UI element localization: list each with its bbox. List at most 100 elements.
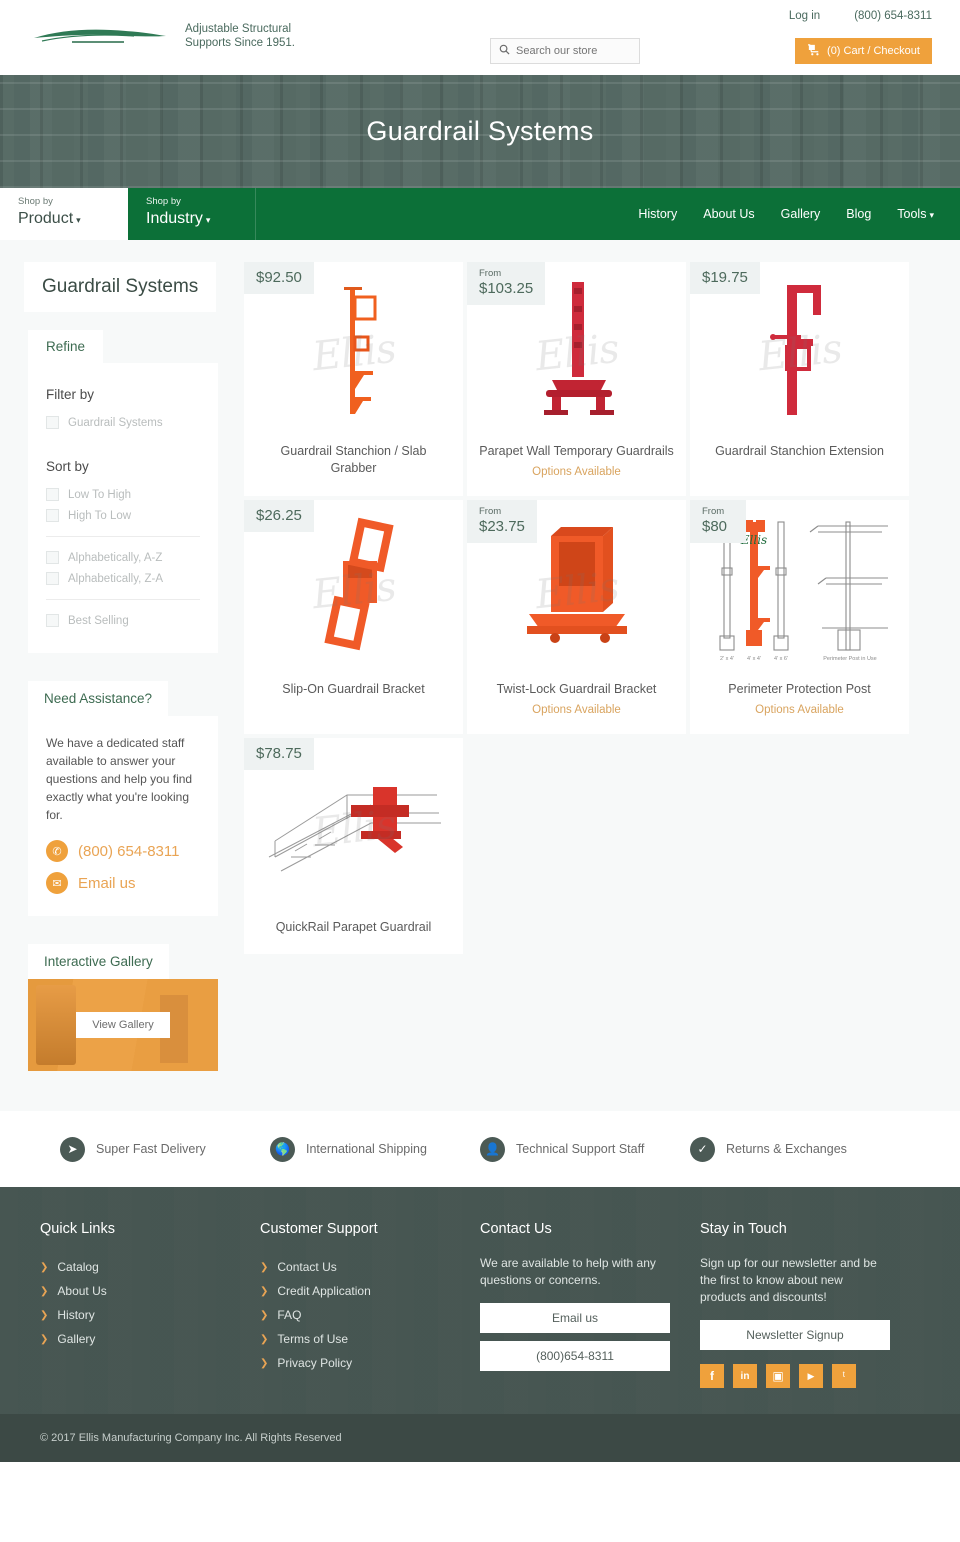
- footer-link-privacy-policy[interactable]: ❯ Privacy Policy: [260, 1351, 480, 1375]
- chevron-right-icon: ❯: [260, 1333, 269, 1345]
- search-box[interactable]: [490, 38, 640, 64]
- checkbox-icon[interactable]: [46, 416, 59, 429]
- footer-link-history[interactable]: ❯ History: [40, 1303, 260, 1327]
- product-card[interactable]: From $103.25 Ellis: [467, 262, 686, 496]
- checkbox-icon[interactable]: [46, 551, 59, 564]
- sort-option-alpha-az[interactable]: Alphabetically, A-Z: [46, 547, 200, 568]
- sort-option-label: High To Low: [68, 509, 132, 522]
- feature-international-shipping: 🌎 International Shipping: [270, 1136, 480, 1162]
- footer-link-about-us[interactable]: ❯ About Us: [40, 1279, 260, 1303]
- price-badge: From $103.25: [467, 262, 546, 305]
- product-price: $80: [702, 518, 728, 535]
- nav-item-gallery[interactable]: Gallery: [781, 207, 821, 221]
- product-price: $23.75: [479, 518, 525, 535]
- youtube-icon[interactable]: ▶: [799, 1364, 823, 1388]
- footer-link-faq[interactable]: ❯ FAQ: [260, 1303, 480, 1327]
- nav-shop-by-industry[interactable]: Shop by Industry ▾: [128, 188, 256, 240]
- product-price: $19.75: [702, 269, 748, 286]
- product-card[interactable]: $78.75 Ellis QuickRail Parapet Guardrail: [244, 738, 463, 954]
- footer-contact-text: We are available to help with any questi…: [480, 1256, 656, 1287]
- product-card[interactable]: $19.75 Ellis Guardrail Stanchion Extensi…: [690, 262, 909, 496]
- gallery-thumbnail[interactable]: View Gallery: [28, 979, 218, 1071]
- chevron-right-icon: ❯: [40, 1285, 49, 1297]
- assistance-title: Need Assistance?: [28, 681, 169, 716]
- product-title: Perimeter Protection Post: [728, 682, 871, 696]
- page-title: Guardrail Systems: [366, 116, 594, 146]
- feature-label: International Shipping: [306, 1142, 427, 1156]
- checkbox-icon[interactable]: [46, 509, 59, 522]
- price-badge: $92.50: [244, 262, 314, 294]
- feature-returns-exchanges: ✓ Returns & Exchanges: [690, 1136, 900, 1162]
- product-price: $103.25: [479, 280, 534, 297]
- product-title: Slip-On Guardrail Bracket: [282, 682, 425, 696]
- twitter-icon[interactable]: ᵗ: [832, 1364, 856, 1388]
- facebook-icon[interactable]: f: [700, 1364, 724, 1388]
- feature-bar: ➤ Super Fast Delivery 🌎 International Sh…: [0, 1111, 960, 1187]
- chevron-right-icon: ❯: [40, 1261, 49, 1273]
- cart-checkout-button[interactable]: (0) Cart / Checkout: [795, 38, 932, 64]
- svg-text:4' x 4': 4' x 4': [746, 656, 760, 662]
- assistance-phone-row[interactable]: ✆ (800) 654-8311: [46, 840, 200, 862]
- site-logo[interactable]: [30, 22, 170, 56]
- hero-banner: Guardrail Systems: [0, 75, 960, 188]
- product-title: Guardrail Stanchion Extension: [715, 444, 884, 458]
- footer-link-label: Contact Us: [277, 1260, 337, 1274]
- cart-icon: [807, 43, 821, 59]
- footer-link-contact-us[interactable]: ❯ Contact Us: [260, 1255, 480, 1279]
- login-link[interactable]: Log in: [789, 10, 820, 22]
- footer-customer-support: Customer Support ❯ Contact Us ❯ Credit A…: [260, 1221, 480, 1388]
- product-card[interactable]: From $23.75 Ellis T: [467, 500, 686, 734]
- nav-item-blog[interactable]: Blog: [846, 207, 871, 221]
- footer-link-gallery[interactable]: ❯ Gallery: [40, 1327, 260, 1351]
- sort-option-low-to-high[interactable]: Low To High: [46, 484, 200, 505]
- sort-option-label: Alphabetically, A-Z: [68, 551, 163, 564]
- nav-links: History About Us Gallery Blog Tools ▾: [638, 188, 960, 240]
- assistance-panel: We have a dedicated staff available to a…: [28, 716, 218, 916]
- footer-touch-text: Sign up for our newsletter and be the fi…: [700, 1256, 877, 1304]
- nav-shop-by-product[interactable]: Shop by Product ▾: [0, 188, 128, 240]
- product-title: Parapet Wall Temporary Guardrails: [479, 444, 674, 458]
- footer-phone-button[interactable]: (800)654-8311: [480, 1341, 670, 1371]
- footer-link-catalog[interactable]: ❯ Catalog: [40, 1255, 260, 1279]
- sort-option-best-selling[interactable]: Best Selling: [46, 610, 200, 631]
- header-phone-link[interactable]: (800) 654-8311: [854, 10, 932, 22]
- product-grid-container: $92.50 Ellis Guardrail Stanchion / Slab …: [244, 262, 932, 954]
- sort-option-high-to-low[interactable]: High To Low: [46, 505, 200, 526]
- footer-link-terms-of-use[interactable]: ❯ Terms of Use: [260, 1327, 480, 1351]
- sort-option-label: Best Selling: [68, 614, 129, 627]
- instagram-icon[interactable]: ▣: [766, 1364, 790, 1388]
- view-gallery-button[interactable]: View Gallery: [76, 1012, 170, 1038]
- social-links: f in ▣ ▶ ᵗ: [700, 1364, 920, 1388]
- footer-link-credit-application[interactable]: ❯ Credit Application: [260, 1279, 480, 1303]
- product-card[interactable]: $26.25 Ellis Slip-On Guardrail Bracket: [244, 500, 463, 734]
- nav-item-tools[interactable]: Tools ▾: [897, 207, 934, 221]
- search-input[interactable]: [516, 45, 636, 57]
- filter-by-heading: Filter by: [46, 387, 95, 402]
- newsletter-signup-button[interactable]: Newsletter Signup: [700, 1320, 890, 1350]
- feature-technical-support-staff: 👤 Technical Support Staff: [480, 1136, 690, 1162]
- site-header: Adjustable Structural Supports Since 195…: [0, 0, 960, 75]
- envelope-icon: ✉: [46, 872, 68, 894]
- footer-support-title: Customer Support: [260, 1221, 378, 1237]
- checkbox-icon[interactable]: [46, 614, 59, 627]
- refine-tab[interactable]: Refine: [28, 330, 104, 363]
- product-card[interactable]: From $80 Ellis 2' x 4' 4' x 4' 4' x 6' P…: [690, 500, 909, 734]
- nav-item-about-us[interactable]: About Us: [703, 207, 754, 221]
- checkbox-icon[interactable]: [46, 488, 59, 501]
- shop-by-product-label: Product ▾: [18, 208, 128, 231]
- site-tagline: Adjustable Structural Supports Since 195…: [185, 22, 295, 50]
- assistance-phone: (800) 654-8311: [78, 842, 180, 860]
- linkedin-icon[interactable]: in: [733, 1364, 757, 1388]
- assistance-email: Email us: [78, 874, 136, 892]
- assistance-email-row[interactable]: ✉ Email us: [46, 872, 200, 894]
- footer-link-label: FAQ: [277, 1308, 302, 1322]
- filter-option-guardrail-systems[interactable]: Guardrail Systems: [46, 412, 200, 433]
- checkbox-icon[interactable]: [46, 572, 59, 585]
- nav-item-history[interactable]: History: [638, 207, 677, 221]
- product-card[interactable]: $92.50 Ellis Guardrail Stanchion / Slab …: [244, 262, 463, 496]
- ellis-logo-icon: [30, 22, 170, 44]
- sort-option-alpha-za[interactable]: Alphabetically, Z-A: [46, 568, 200, 589]
- footer-link-label: Credit Application: [277, 1284, 371, 1298]
- footer-email-us-button[interactable]: Email us: [480, 1303, 670, 1333]
- main-navigation: Shop by Product ▾ Shop by Industry ▾ Histo…: [0, 188, 960, 240]
